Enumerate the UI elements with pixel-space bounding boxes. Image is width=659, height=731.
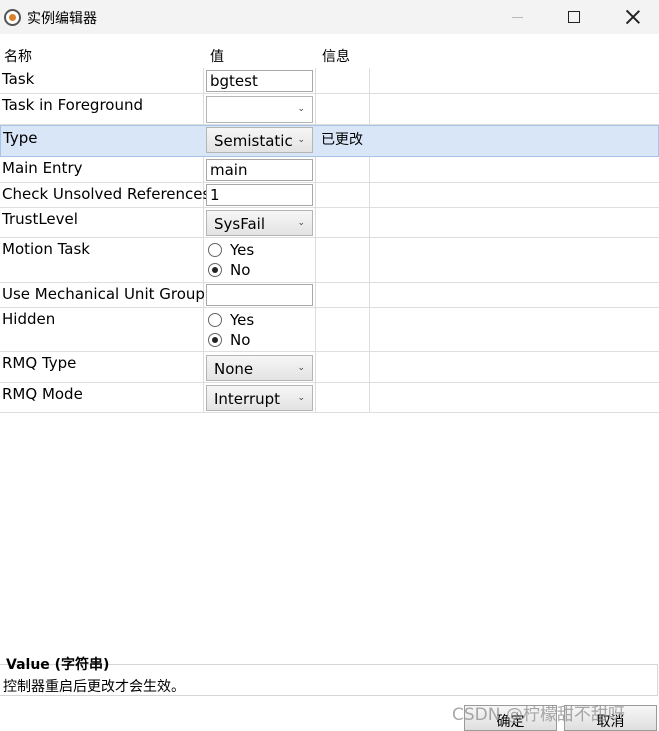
property-grid: 名称 值 信息 Task bgtest Task in Foreground ⌄…	[0, 40, 659, 413]
option-label: No	[230, 331, 251, 349]
row-label: Task	[2, 70, 35, 88]
row-hidden[interactable]: Hidden Yes No	[0, 308, 659, 352]
maximize-icon	[568, 11, 580, 23]
rmq-mode-value: Interrupt	[214, 390, 281, 408]
option-label: No	[230, 261, 251, 279]
chevron-down-icon: ⌄	[297, 104, 305, 114]
title-bar: 实例编辑器	[0, 0, 659, 34]
radio-button-icon[interactable]	[208, 313, 222, 327]
changed-info: 已更改	[321, 132, 363, 148]
option-label: Yes	[230, 241, 255, 259]
hidden-no-option[interactable]: No	[208, 331, 250, 349]
grid-header: 名称 值 信息	[0, 40, 659, 68]
cancel-button[interactable]: 取消	[564, 705, 657, 731]
row-task-in-foreground[interactable]: Task in Foreground ⌄	[0, 94, 659, 125]
task-in-foreground-dropdown[interactable]: ⌄	[206, 96, 313, 123]
maximize-button[interactable]	[551, 0, 597, 34]
close-icon	[626, 10, 640, 24]
row-main-entry[interactable]: Main Entry main	[0, 157, 659, 183]
radio-button-selected-icon[interactable]	[208, 333, 222, 347]
rmq-type-value: None	[214, 360, 254, 378]
motion-task-yes-option[interactable]: Yes	[208, 241, 254, 259]
row-label: RMQ Mode	[2, 385, 83, 403]
header-info[interactable]: 信息	[318, 40, 350, 68]
description-text: 控制器重启后更改才会生效。	[3, 679, 185, 695]
type-value: Semistatic	[214, 132, 293, 150]
radio-button-selected-icon[interactable]	[208, 263, 222, 277]
check-unsolved-input[interactable]: 1	[206, 184, 313, 206]
rmq-type-dropdown[interactable]: None ⌄	[206, 355, 313, 381]
row-task[interactable]: Task bgtest	[0, 68, 659, 94]
row-motion-task[interactable]: Motion Task Yes No	[0, 238, 659, 283]
row-label: RMQ Type	[2, 354, 77, 372]
chevron-down-icon: ⌄	[297, 218, 305, 228]
row-label: Type	[3, 129, 38, 147]
row-rmq-mode[interactable]: RMQ Mode Interrupt ⌄	[0, 383, 659, 413]
row-label: Check Unsolved References	[2, 185, 211, 203]
row-type[interactable]: Type Semistatic ⌄ 已更改	[0, 125, 659, 157]
minimize-icon	[511, 16, 523, 18]
row-label: TrustLevel	[2, 210, 78, 228]
row-trustlevel[interactable]: TrustLevel SysFail ⌄	[0, 208, 659, 238]
chevron-down-icon: ⌄	[297, 363, 305, 373]
task-input[interactable]: bgtest	[206, 70, 313, 92]
row-label: Motion Task	[2, 240, 90, 258]
radio-button-icon[interactable]	[208, 243, 222, 257]
header-name[interactable]: 名称	[0, 40, 32, 68]
row-label: Use Mechanical Unit Group	[2, 285, 205, 303]
type-dropdown[interactable]: Semistatic ⌄	[206, 127, 313, 153]
row-label: Main Entry	[2, 159, 83, 177]
trustlevel-dropdown[interactable]: SysFail ⌄	[206, 210, 313, 236]
chevron-down-icon: ⌄	[297, 135, 305, 145]
trustlevel-value: SysFail	[214, 215, 265, 233]
ok-button[interactable]: 确定	[464, 705, 557, 731]
robot-app-icon	[4, 9, 21, 26]
header-value[interactable]: 值	[206, 40, 224, 68]
minimize-button[interactable]	[494, 0, 540, 34]
row-label: Task in Foreground	[2, 96, 143, 114]
description-title: Value (字符串)	[6, 657, 110, 673]
rmq-mode-dropdown[interactable]: Interrupt ⌄	[206, 385, 313, 411]
mechanical-unit-group-input[interactable]	[206, 284, 313, 306]
row-check-unsolved-references[interactable]: Check Unsolved References 1	[0, 183, 659, 208]
window-title: 实例编辑器	[27, 11, 97, 27]
row-rmq-type[interactable]: RMQ Type None ⌄	[0, 352, 659, 383]
chevron-down-icon: ⌄	[297, 393, 305, 403]
hidden-yes-option[interactable]: Yes	[208, 311, 254, 329]
row-label: Hidden	[2, 310, 56, 328]
option-label: Yes	[230, 311, 255, 329]
main-entry-input[interactable]: main	[206, 159, 313, 181]
row-use-mechanical-unit-group[interactable]: Use Mechanical Unit Group	[0, 283, 659, 308]
close-button[interactable]	[610, 0, 656, 34]
motion-task-no-option[interactable]: No	[208, 261, 250, 279]
